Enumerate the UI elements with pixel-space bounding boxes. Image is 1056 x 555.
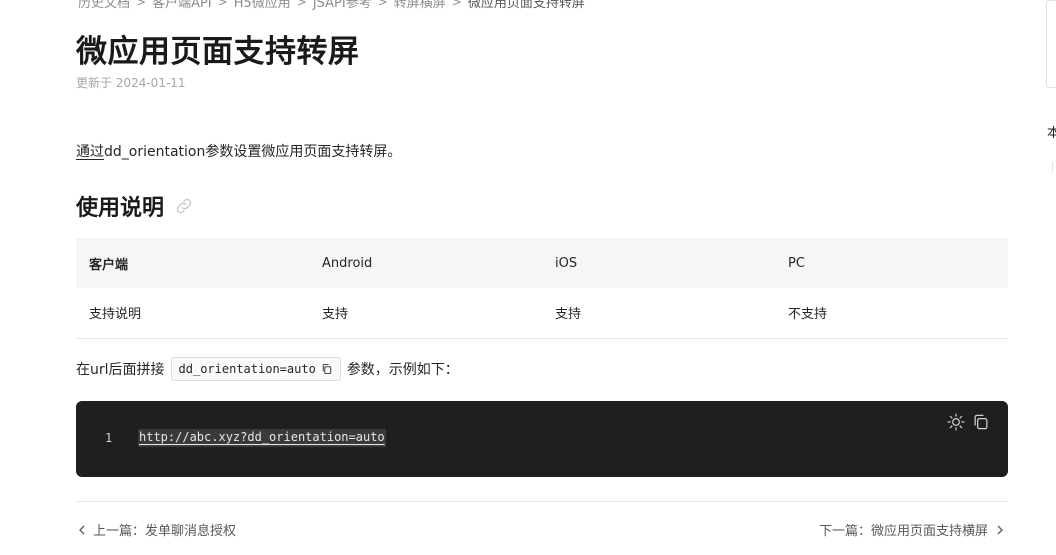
section-title: 使用说明 <box>76 190 194 222</box>
table-cell: 支持 <box>555 307 582 323</box>
breadcrumb-item-client-api[interactable]: 客户端API <box>152 0 212 11</box>
breadcrumb-item-current: 微应用页面支持转屏 <box>467 0 585 11</box>
page-title: 微应用页面支持转屏 <box>76 34 360 70</box>
chevron-right-icon <box>997 525 1003 534</box>
copy-code-icon[interactable] <box>971 412 991 432</box>
chevron-right-icon: > <box>296 0 307 9</box>
theme-toggle-icon[interactable] <box>946 412 966 432</box>
line-number: 1 <box>105 431 113 445</box>
chevron-right-icon: > <box>136 0 147 9</box>
next-article-label: 下一篇：微应用页面支持横屏 <box>818 524 988 539</box>
code-block: 1 http://abc.xyz?dd_orientation=auto <box>76 401 1008 477</box>
table-cell: 不支持 <box>788 307 828 323</box>
intro-paragraph: 通过dd_orientation参数设置微应用页面支持转屏。 <box>76 141 401 161</box>
breadcrumb-item-h5[interactable]: H5微应用 <box>234 0 291 11</box>
table-row: 支持说明 支持 支持 不支持 <box>76 288 1008 338</box>
chevron-right-icon: > <box>377 0 388 9</box>
updated-date: 更新于 2024-01-11 <box>76 76 186 90</box>
table-header-cell: 客户端 <box>89 257 129 273</box>
inline-code: dd_orientation=auto <box>170 357 341 381</box>
copy-icon[interactable] <box>321 363 333 375</box>
support-table: 客户端 Android iOS PC 支持说明 支持 支持 不支持 <box>76 238 1008 339</box>
side-panel-edge[interactable] <box>1046 0 1056 88</box>
next-article-link[interactable]: 下一篇：微应用页面支持横屏 <box>819 520 1006 539</box>
table-cell: 支持说明 <box>89 307 142 323</box>
param-text-before: 在url后面拼接 <box>76 362 165 378</box>
breadcrumb-item-history[interactable]: 历史文档 <box>78 0 130 11</box>
param-paragraph: 在url后面拼接 dd_orientation=auto 参数，示例如下： <box>76 357 459 381</box>
toc-line-partial <box>1052 162 1056 172</box>
prev-article-link[interactable]: 上一篇：发单聊消息授权 <box>76 520 236 539</box>
table-cell: 支持 <box>322 307 349 323</box>
toc-title-partial: 本 <box>1047 126 1056 141</box>
table-header-row: 客户端 Android iOS PC <box>76 238 1008 288</box>
breadcrumb-item-rotate[interactable]: 转屏横屏 <box>394 0 446 11</box>
breadcrumb-item-jsapi[interactable]: JSAPI参考 <box>313 0 372 11</box>
table-header-cell: PC <box>788 255 805 271</box>
chevron-right-icon: > <box>217 0 228 9</box>
table-header-cell: iOS <box>555 255 578 271</box>
prev-article-label: 上一篇：发单聊消息授权 <box>93 524 237 539</box>
anchor-link-icon[interactable] <box>174 196 194 216</box>
inline-code-text: dd_orientation=auto <box>178 362 316 376</box>
code-line[interactable]: http://abc.xyz?dd_orientation=auto <box>138 429 386 447</box>
intro-underlined-text: 通过 <box>76 144 104 160</box>
divider <box>76 501 1008 502</box>
chevron-left-icon <box>79 525 85 534</box>
chevron-right-icon: > <box>451 0 462 9</box>
intro-text: dd_orientation参数设置微应用页面支持转屏。 <box>104 144 402 160</box>
breadcrumb: 历史文档 > 客户端API > H5微应用 > JSAPI参考 > 转屏横屏 >… <box>78 0 585 11</box>
table-header-cell: Android <box>322 255 373 271</box>
section-title-text: 使用说明 <box>76 196 165 221</box>
param-text-after: 参数，示例如下： <box>346 362 459 378</box>
